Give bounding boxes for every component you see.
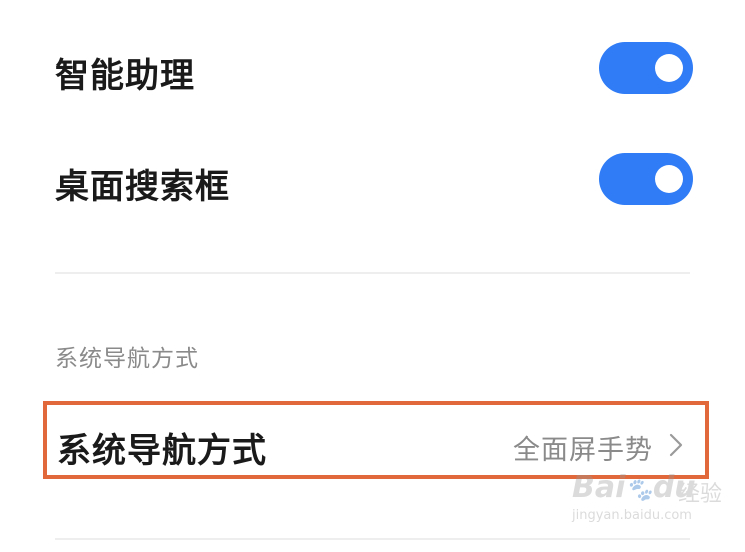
toggle-knob [655, 54, 683, 82]
desktop-search-label: 桌面搜索框 [55, 167, 230, 207]
baidu-jingyan-watermark: Bai🐾du 经验 jingyan.baidu.com [560, 468, 730, 530]
divider [55, 272, 690, 274]
assistant-label: 智能助理 [55, 56, 195, 96]
desktop-search-toggle[interactable] [599, 153, 693, 205]
section-header-navigation: 系统导航方式 [55, 346, 199, 372]
chevron-right-icon [669, 433, 683, 457]
divider [55, 538, 690, 540]
assistant-toggle[interactable] [599, 42, 693, 94]
setting-row-desktop-search: 桌面搜索框 [0, 151, 745, 209]
watermark-brand-cn: 经验 [678, 482, 723, 507]
system-navigation-value: 全面屏手势 [513, 435, 653, 466]
toggle-knob [655, 165, 683, 193]
system-navigation-label: 系统导航方式 [57, 431, 267, 471]
watermark-url: jingyan.baidu.com [572, 508, 692, 523]
setting-row-assistant: 智能助理 [0, 40, 745, 98]
